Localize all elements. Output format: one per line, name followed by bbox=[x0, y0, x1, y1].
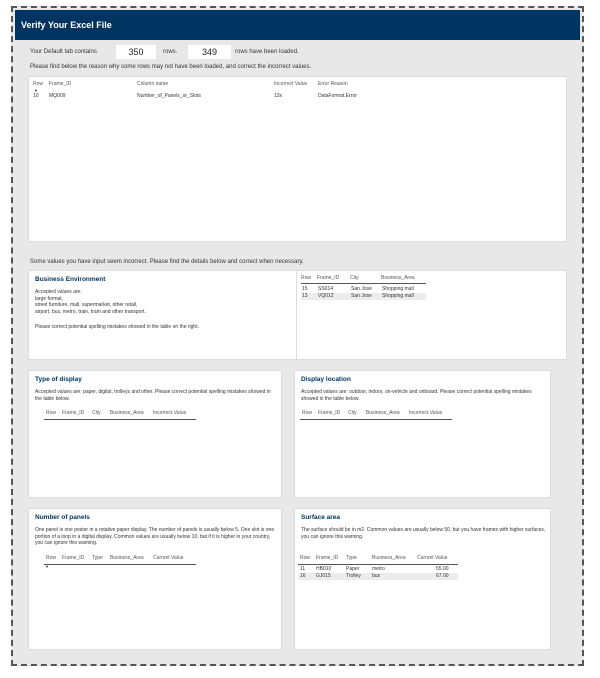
col-row[interactable]: Row bbox=[33, 81, 43, 87]
panels-table-header: Row Frame_ID Type Business_Area Current … bbox=[46, 555, 184, 561]
total-rows-value: 350 bbox=[116, 45, 156, 59]
surface-title: Surface area bbox=[301, 514, 341, 521]
table-row: 16 GJ015 Trolley bus 67.00 bbox=[298, 573, 458, 580]
errors-table-header: Row Frame_ID Column name Incorrect Value… bbox=[33, 81, 553, 88]
business-desc: Accepted values are: large format, stree… bbox=[35, 289, 146, 315]
business-note: Please correct potential spelling mistak… bbox=[35, 324, 199, 330]
surface-area-panel: Surface area The surface should be in m2… bbox=[294, 508, 551, 650]
surface-desc: The surface should be in m2. Common valu… bbox=[301, 527, 546, 540]
display-location-table-header: Row Frame_ID City Business_Area Incorrec… bbox=[302, 410, 443, 416]
type-of-display-panel: Type of display Accepted values are: pap… bbox=[28, 370, 282, 498]
col-error-reason[interactable]: Error Reason bbox=[318, 81, 348, 87]
type-display-title: Type of display bbox=[35, 376, 82, 383]
table-row: 15 SS014 San Jose Shopping mall bbox=[302, 286, 414, 292]
col-column-name[interactable]: Column name bbox=[137, 81, 168, 87]
business-environment-panel: Business Environment Accepted values are… bbox=[28, 270, 567, 360]
table-row: 13 VQ012 San Jose Shopping mall bbox=[301, 293, 426, 300]
table-row: 11 HB010 Paper metro 55.00 bbox=[300, 566, 449, 572]
display-location-panel: Display location Accepted values are: ou… bbox=[294, 370, 551, 498]
business-table-header: Row Frame_ID City Business_Area bbox=[301, 275, 415, 281]
display-location-desc: Accepted values are: outdoor, indoor, on… bbox=[301, 389, 532, 402]
panels-desc: One panel is one poster in a rotative pa… bbox=[35, 527, 275, 546]
sort-caret-icon[interactable]: ▼ bbox=[45, 564, 49, 569]
col-incorrect-value[interactable]: Incorrect Value bbox=[274, 81, 307, 87]
col-frame-id[interactable]: Frame_ID bbox=[49, 81, 71, 87]
missing-instructions: Please find below the reason why some ro… bbox=[30, 64, 312, 70]
business-title: Business Environment bbox=[35, 276, 106, 283]
display-location-title: Display location bbox=[301, 376, 351, 383]
table-row: 10 MQ009 Number_of_Panels_or_Slots 13x D… bbox=[33, 93, 357, 99]
panel-divider bbox=[296, 271, 297, 359]
loaded-rows-value: 349 bbox=[188, 45, 231, 59]
incorrect-instructions: Some values you have input seem incorrec… bbox=[30, 259, 304, 265]
type-display-table-header: Row Frame_ID City Business_Area Incorrec… bbox=[46, 410, 187, 416]
panels-title: Number of panels bbox=[35, 514, 90, 521]
summary-suffix: rows have been loaded. bbox=[235, 49, 299, 55]
summary-mid: rows. bbox=[163, 49, 178, 55]
verify-frame: Verify Your Excel File Your Default tab … bbox=[11, 6, 584, 666]
summary-prefix: Your Default tab contains bbox=[30, 49, 97, 55]
errors-table: Row Frame_ID Column name Incorrect Value… bbox=[28, 76, 567, 242]
page-title: Verify Your Excel File bbox=[15, 10, 580, 40]
type-display-desc: Accepted values are: paper, digital, tro… bbox=[35, 389, 271, 402]
surface-table-header: Row Frame_ID Type Business_Area Current … bbox=[300, 555, 448, 561]
number-of-panels-panel: Number of panels One panel is one poster… bbox=[28, 508, 282, 650]
